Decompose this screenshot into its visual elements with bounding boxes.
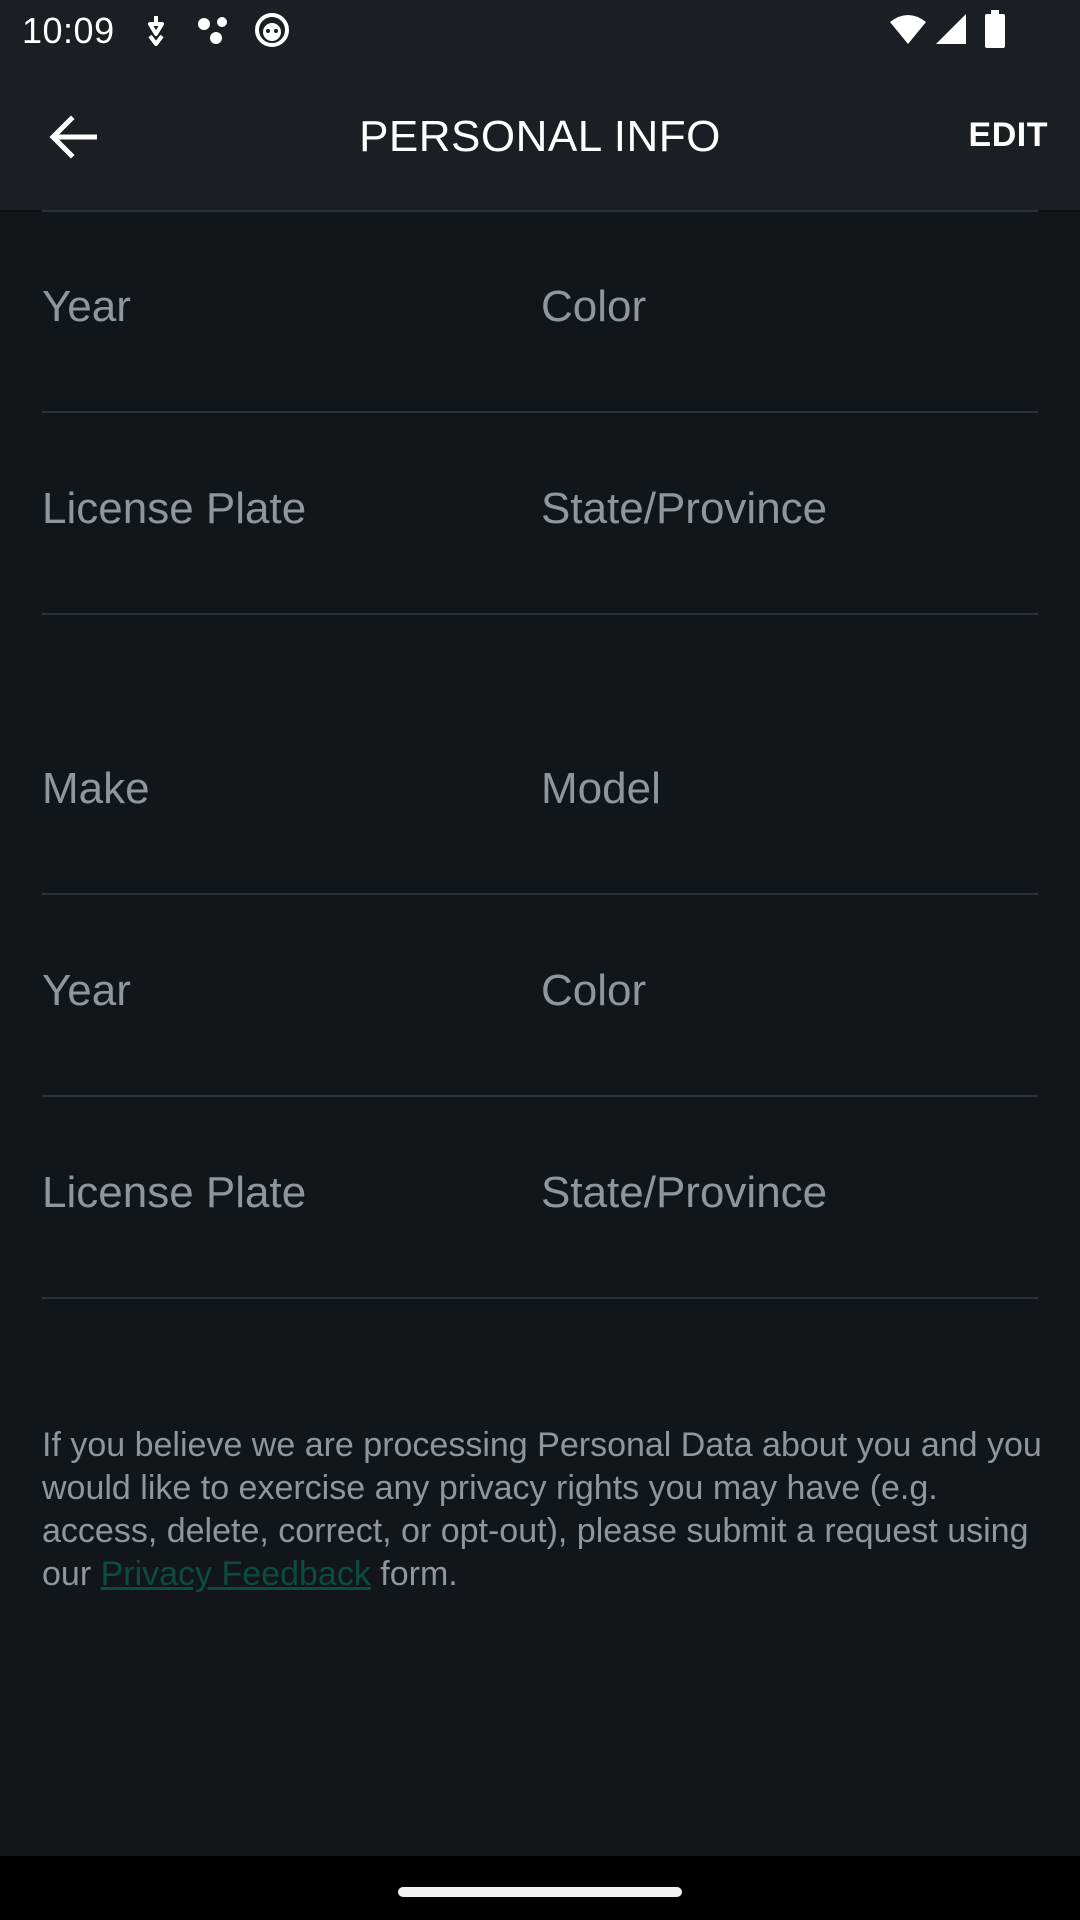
personal-info-screen: 10:09 PERSONAL INFO EDIT Year Color Lice…	[0, 0, 1080, 1920]
system-nav-bar	[0, 1856, 1080, 1920]
vehicle-1-color-field[interactable]: Color	[541, 282, 646, 332]
vehicle-2-color-field[interactable]: Color	[541, 966, 646, 1016]
vehicle-2-state-province-field[interactable]: State/Province	[541, 1168, 827, 1218]
face-icon	[254, 12, 290, 50]
vehicle-1-year-field[interactable]: Year	[42, 282, 131, 332]
vehicle-2-license-plate-field[interactable]: License Plate	[42, 1168, 306, 1218]
home-indicator[interactable]	[398, 1887, 682, 1897]
battery-icon	[984, 10, 1006, 48]
vehicle-1-state-province-field[interactable]: State/Province	[541, 484, 827, 534]
privacy-notice-text-end: form.	[370, 1555, 458, 1593]
vehicle-2-model-field[interactable]: Model	[541, 764, 661, 814]
vehicle-2-make-field[interactable]: Make	[42, 764, 150, 814]
signal-icon	[934, 12, 968, 50]
divider	[42, 1297, 1038, 1299]
notification-icon	[142, 14, 170, 52]
wifi-icon	[888, 14, 928, 52]
vehicle-1-license-plate-field[interactable]: License Plate	[42, 484, 306, 534]
page-title: PERSONAL INFO	[359, 112, 721, 161]
app-bar: PERSONAL INFO EDIT	[0, 64, 1080, 210]
status-bar: 10:09	[0, 0, 1080, 64]
privacy-feedback-link[interactable]: Privacy Feedback	[101, 1555, 371, 1593]
divider	[42, 210, 1038, 212]
vehicle-2-year-field[interactable]: Year	[42, 966, 131, 1016]
divider	[42, 613, 1038, 615]
privacy-notice: If you believe we are processing Persona…	[42, 1424, 1042, 1596]
divider	[42, 893, 1038, 895]
divider	[42, 411, 1038, 413]
assistant-dots-icon	[196, 14, 232, 52]
status-time: 10:09	[22, 10, 115, 51]
edit-button[interactable]: EDIT	[969, 116, 1048, 155]
divider	[42, 1095, 1038, 1097]
